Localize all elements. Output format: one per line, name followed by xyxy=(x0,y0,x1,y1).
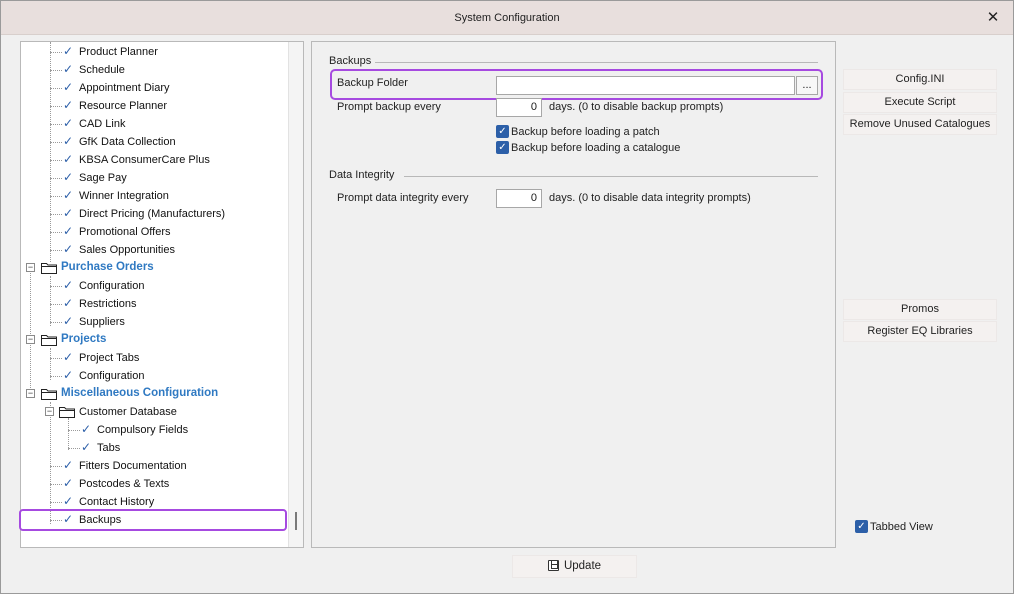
check-icon: ✓ xyxy=(63,476,74,490)
title-bar: System Configuration ✕ xyxy=(1,1,1013,35)
tree-item-winner-integration[interactable]: ✓ Winner Integration xyxy=(21,187,291,205)
check-icon: ✓ xyxy=(81,440,92,454)
tree-item-cad-link[interactable]: ✓ CAD Link xyxy=(21,115,291,133)
scrollbar-thumb[interactable] xyxy=(295,512,297,530)
tree-item-sage-pay[interactable]: ✓ Sage Pay xyxy=(21,169,291,187)
check-icon: ✓ xyxy=(63,296,74,310)
close-button[interactable]: ✕ xyxy=(985,10,1001,26)
integrity-group-divider xyxy=(404,176,818,177)
tree-item-fitters-documentation[interactable]: ✓ Fitters Documentation xyxy=(21,457,291,475)
backups-group-divider xyxy=(375,62,818,63)
prompt-backup-label: Prompt backup every xyxy=(337,101,441,113)
tree-item-customer-database[interactable]: − Customer Database xyxy=(21,403,291,421)
save-icon xyxy=(547,560,559,571)
tree-item-suppliers[interactable]: ✓ Suppliers xyxy=(21,313,291,331)
folder-icon xyxy=(41,389,57,400)
promos-button[interactable]: Promos xyxy=(843,299,997,320)
tree-item-resource-planner[interactable]: ✓ Resource Planner xyxy=(21,97,291,115)
folder-icon xyxy=(41,335,57,346)
backup-before-patch-checkbox[interactable]: ✓ xyxy=(496,125,509,138)
tree-item-restrictions[interactable]: ✓ Restrictions xyxy=(21,295,291,313)
integrity-group-title: Data Integrity xyxy=(329,169,395,181)
check-icon: ✓ xyxy=(63,170,74,184)
collapse-icon[interactable]: − xyxy=(26,335,35,344)
collapse-icon[interactable]: − xyxy=(26,263,35,272)
check-icon: ✓ xyxy=(63,134,74,148)
tree-item-product-planner[interactable]: ✓ Product Planner xyxy=(21,43,291,61)
collapse-icon[interactable]: − xyxy=(26,389,35,398)
check-icon: ✓ xyxy=(63,80,74,94)
prompt-integrity-hint: days. (0 to disable data integrity promp… xyxy=(549,192,751,204)
tree-item-appointment-diary[interactable]: ✓ Appointment Diary xyxy=(21,79,291,97)
configuration-tree: ✓ Product Planner ✓ Schedule ✓ Appointme… xyxy=(20,41,304,548)
prompt-integrity-days-input[interactable]: 0 xyxy=(496,189,542,208)
check-icon: ✓ xyxy=(63,206,74,220)
check-icon: ✓ xyxy=(63,152,74,166)
window-title: System Configuration xyxy=(454,12,560,24)
check-icon: ✓ xyxy=(81,422,92,436)
check-icon: ✓ xyxy=(63,458,74,472)
folder-icon xyxy=(59,407,75,418)
tree-item-compulsory-fields[interactable]: ✓ Compulsory Fields xyxy=(21,421,291,439)
execute-script-button[interactable]: Execute Script xyxy=(843,92,997,113)
tree-item-schedule[interactable]: ✓ Schedule xyxy=(21,61,291,79)
check-icon: ✓ xyxy=(63,368,74,382)
close-icon: ✕ xyxy=(986,9,1000,26)
tree-item-tabs[interactable]: ✓ Tabs xyxy=(21,439,291,457)
check-icon: ✓ xyxy=(63,494,74,508)
prompt-backup-days-input[interactable]: 0 xyxy=(496,98,542,117)
backup-before-patch-label: Backup before loading a patch xyxy=(511,126,660,138)
tree-item-postcodes-texts[interactable]: ✓ Postcodes & Texts xyxy=(21,475,291,493)
tabbed-view-checkbox[interactable]: ✓ xyxy=(855,520,868,533)
check-icon: ✓ xyxy=(63,116,74,130)
tree-item-project-configuration[interactable]: ✓ Configuration xyxy=(21,367,291,385)
folder-highlight xyxy=(330,69,823,100)
tree-group-purchase-orders[interactable]: − Purchase Orders xyxy=(21,259,291,277)
check-icon: ✓ xyxy=(63,62,74,76)
tree-scrollbar[interactable] xyxy=(288,42,303,547)
check-icon: ✓ xyxy=(63,44,74,58)
check-icon: ✓ xyxy=(63,242,74,256)
prompt-integrity-label: Prompt data integrity every xyxy=(337,192,469,204)
config-ini-button[interactable]: Config.INI xyxy=(843,69,997,90)
tree-group-miscellaneous-configuration[interactable]: − Miscellaneous Configuration xyxy=(21,385,291,403)
collapse-icon[interactable]: − xyxy=(45,407,54,416)
tabbed-view-label: Tabbed View xyxy=(870,521,933,533)
update-button-label: Update xyxy=(563,560,602,572)
update-button[interactable]: Update xyxy=(512,555,637,578)
check-icon: ✓ xyxy=(857,521,866,532)
check-icon: ✓ xyxy=(63,98,74,112)
tree-item-gfk-data-collection[interactable]: ✓ GfK Data Collection xyxy=(21,133,291,151)
check-icon: ✓ xyxy=(63,224,74,238)
selection-highlight xyxy=(19,509,287,531)
check-icon: ✓ xyxy=(63,350,74,364)
prompt-backup-hint: days. (0 to disable backup prompts) xyxy=(549,101,724,113)
check-icon: ✓ xyxy=(63,314,74,328)
tree-item-direct-pricing[interactable]: ✓ Direct Pricing (Manufacturers) xyxy=(21,205,291,223)
check-icon: ✓ xyxy=(63,278,74,292)
settings-panel xyxy=(311,41,836,548)
tree-group-projects[interactable]: − Projects xyxy=(21,331,291,349)
backups-group-title: Backups xyxy=(329,55,372,67)
remove-unused-catalogues-button[interactable]: Remove Unused Catalogues xyxy=(843,114,997,135)
check-icon: ✓ xyxy=(498,142,507,153)
tree-item-promotional-offers[interactable]: ✓ Promotional Offers xyxy=(21,223,291,241)
check-icon: ✓ xyxy=(498,126,507,137)
system-configuration-window: System Configuration ✕ ✓ Product Planner… xyxy=(0,0,1014,594)
check-icon: ✓ xyxy=(63,188,74,202)
backup-before-catalogue-checkbox[interactable]: ✓ xyxy=(496,141,509,154)
backup-before-catalogue-label: Backup before loading a catalogue xyxy=(511,142,681,154)
tree-item-project-tabs[interactable]: ✓ Project Tabs xyxy=(21,349,291,367)
tree-item-po-configuration[interactable]: ✓ Configuration xyxy=(21,277,291,295)
folder-icon xyxy=(41,263,57,274)
register-eq-libraries-button[interactable]: Register EQ Libraries xyxy=(843,321,997,342)
tree-item-sales-opportunities[interactable]: ✓ Sales Opportunities xyxy=(21,241,291,259)
tree-item-kbsa-consumercare-plus[interactable]: ✓ KBSA ConsumerCare Plus xyxy=(21,151,291,169)
